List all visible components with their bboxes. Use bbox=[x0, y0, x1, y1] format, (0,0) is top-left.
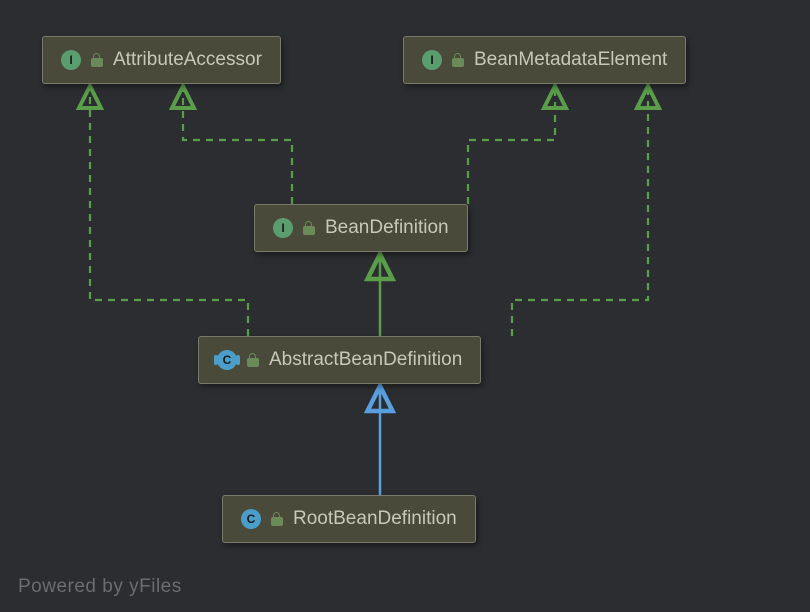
node-label: BeanDefinition bbox=[325, 217, 449, 239]
node-label: AbstractBeanDefinition bbox=[269, 349, 462, 371]
node-root-bean-definition[interactable]: C RootBeanDefinition bbox=[222, 495, 476, 543]
interface-icon: I bbox=[422, 50, 442, 70]
interface-icon: I bbox=[273, 218, 293, 238]
abstract-class-icon: C bbox=[217, 350, 237, 370]
node-attribute-accessor[interactable]: I AttributeAccessor bbox=[42, 36, 281, 84]
lock-icon bbox=[91, 53, 103, 67]
edge-beandef-to-attracc bbox=[183, 86, 292, 204]
lock-icon bbox=[271, 512, 283, 526]
edge-beandef-to-beanmeta bbox=[468, 86, 555, 204]
lock-icon bbox=[452, 53, 464, 67]
lock-icon bbox=[303, 221, 315, 235]
interface-icon: I bbox=[61, 50, 81, 70]
footer-credit: Powered by yFiles bbox=[18, 576, 182, 598]
node-label: BeanMetadataElement bbox=[474, 49, 667, 71]
edge-abstract-to-beanmeta bbox=[512, 86, 648, 336]
diagram-canvas: I AttributeAccessor I BeanMetadataElemen… bbox=[0, 0, 810, 612]
node-label: RootBeanDefinition bbox=[293, 508, 457, 530]
node-abstract-bean-definition[interactable]: C AbstractBeanDefinition bbox=[198, 336, 481, 384]
edge-abstract-to-attracc bbox=[90, 86, 248, 336]
node-bean-metadata-element[interactable]: I BeanMetadataElement bbox=[403, 36, 686, 84]
lock-icon bbox=[247, 353, 259, 367]
node-bean-definition[interactable]: I BeanDefinition bbox=[254, 204, 468, 252]
class-icon: C bbox=[241, 509, 261, 529]
node-label: AttributeAccessor bbox=[113, 49, 262, 71]
